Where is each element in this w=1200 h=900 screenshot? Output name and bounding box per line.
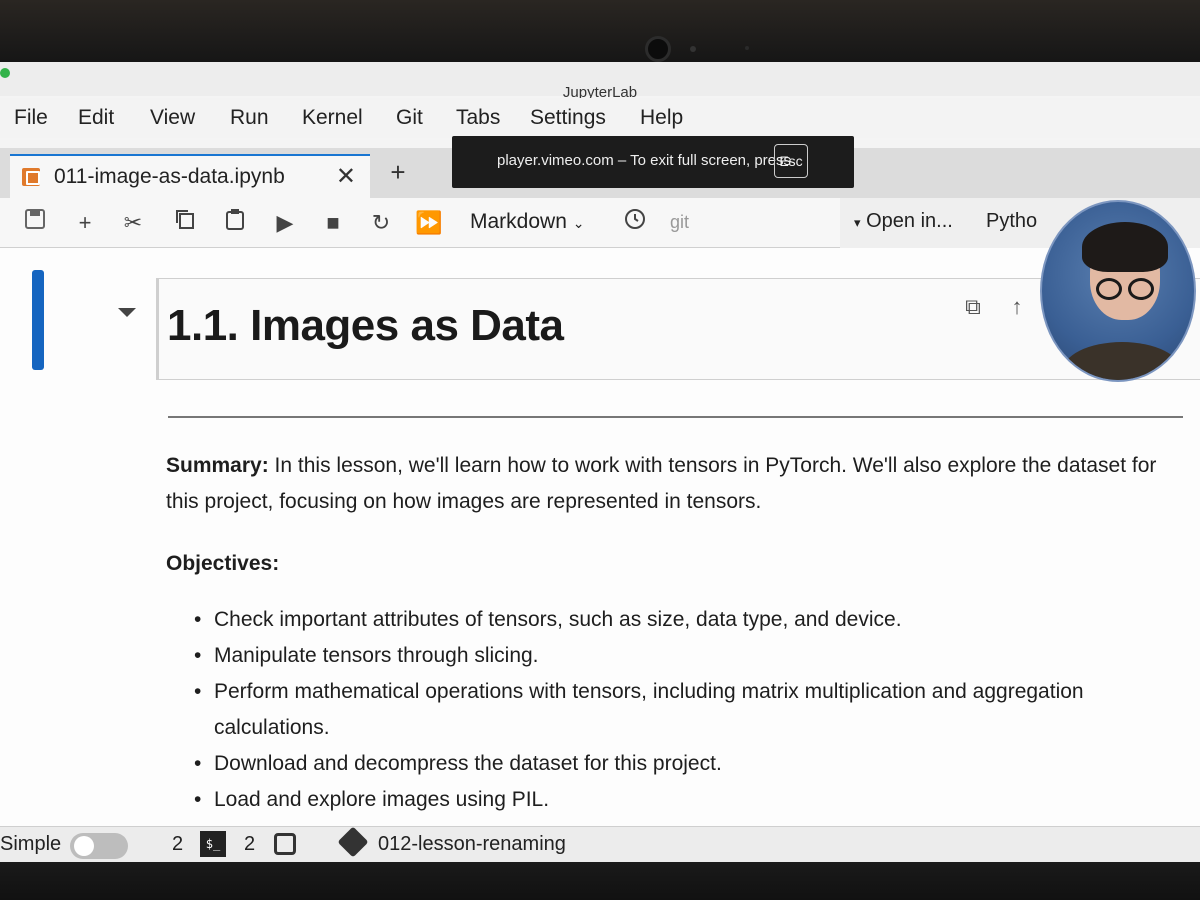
- list-item: Manipulate tensors through slicing.: [190, 638, 1190, 674]
- objectives-list: Check important attributes of tensors, s…: [190, 602, 1190, 818]
- fullscreen-notice: player.vimeo.com – To exit full screen, …: [452, 136, 854, 188]
- terminal-count[interactable]: 2: [244, 833, 255, 856]
- terminal-icon[interactable]: $_: [200, 831, 226, 857]
- summary-label: Summary:: [166, 454, 269, 477]
- menu-file[interactable]: File: [14, 106, 48, 130]
- restart-icon[interactable]: ↻: [366, 208, 396, 238]
- window-control-icon[interactable]: [0, 68, 10, 78]
- open-in-label: Open in...: [866, 210, 953, 232]
- run-icon[interactable]: ▶: [270, 208, 300, 238]
- clock-icon[interactable]: [620, 208, 650, 238]
- fast-forward-icon[interactable]: ⏩: [414, 208, 444, 238]
- chevron-down-icon: ⌄: [572, 215, 585, 231]
- camera-sensor: [690, 46, 696, 52]
- laptop-bezel-bottom: [0, 862, 1200, 900]
- kernel-name[interactable]: Pytho: [986, 210, 1037, 233]
- menu-kernel[interactable]: Kernel: [302, 106, 363, 130]
- git-branch-name[interactable]: 012-lesson-renaming: [378, 833, 566, 856]
- presenter-shoulders: [1062, 342, 1182, 380]
- webcam-lens: [645, 36, 671, 62]
- git-diff-button[interactable]: git: [670, 212, 689, 233]
- presenter-hair: [1082, 222, 1168, 272]
- menu-view[interactable]: View: [150, 106, 195, 130]
- notebook-icon: [22, 168, 40, 186]
- title-bar: JupyterLab: [0, 62, 1200, 101]
- menu-tabs[interactable]: Tabs: [456, 106, 500, 130]
- move-up-icon[interactable]: ↑: [1002, 292, 1032, 322]
- cpu-icon[interactable]: [274, 833, 296, 855]
- git-branch-icon: [337, 826, 369, 858]
- list-item: Download and decompress the dataset for …: [190, 746, 1190, 782]
- paste-icon[interactable]: [220, 208, 250, 238]
- collapse-caret-icon[interactable]: [118, 308, 136, 317]
- presenter-glasses: [1096, 278, 1156, 300]
- kernel-count[interactable]: 2: [172, 833, 183, 856]
- horizontal-rule: [168, 416, 1183, 418]
- status-bar: Simple 2 $_ 2 012-lesson-renaming: [0, 826, 1200, 862]
- duplicate-cell-icon[interactable]: ⧉: [958, 292, 988, 322]
- copy-icon[interactable]: [170, 208, 200, 238]
- camera-sensor-2: [745, 46, 749, 50]
- menu-settings[interactable]: Settings: [530, 106, 606, 130]
- cell-heading: 1.1. Images as Data: [167, 301, 564, 350]
- tab-label: 011-image-as-data.ipynb: [54, 165, 285, 188]
- cell-type-label: Markdown: [470, 210, 567, 233]
- cut-icon[interactable]: ✂: [118, 208, 148, 238]
- insert-cell-icon[interactable]: +: [70, 208, 100, 238]
- notice-text: player.vimeo.com – To exit full screen, …: [497, 152, 792, 169]
- list-item: Perform mathematical operations with ten…: [190, 674, 1190, 746]
- active-cell-indicator: [32, 270, 44, 370]
- notebook-panel[interactable]: 1.1. Images as Data ⧉ ↑ ↓ 🗑 Summary: In …: [0, 248, 1200, 826]
- caret-down-icon: ▾: [854, 215, 861, 230]
- new-tab-button[interactable]: +: [378, 152, 418, 192]
- cell-type-select[interactable]: Markdown ⌄: [470, 210, 584, 234]
- simple-mode-label: Simple: [0, 833, 62, 855]
- objectives-heading: Objectives:: [166, 546, 279, 582]
- esc-key-badge: Esc: [774, 144, 808, 178]
- notebook-toolbar: + ✂ ▶ ■ ↻ ⏩ Markdown ⌄ git ▾ Open in... …: [0, 198, 1200, 248]
- menu-help[interactable]: Help: [640, 106, 683, 130]
- menu-edit[interactable]: Edit: [78, 106, 114, 130]
- tab-notebook[interactable]: 011-image-as-data.ipynb ✕: [10, 154, 370, 198]
- menu-run[interactable]: Run: [230, 106, 269, 130]
- summary-paragraph: Summary: In this lesson, we'll learn how…: [166, 448, 1166, 520]
- save-icon[interactable]: [20, 208, 50, 238]
- menu-bar: File Edit View Run Kernel Git Tabs Setti…: [0, 98, 1200, 138]
- menu-git[interactable]: Git: [396, 106, 423, 130]
- webcam-video-overlay[interactable]: [1040, 200, 1196, 382]
- laptop-bezel-top: [0, 0, 1200, 62]
- simple-mode-toggle[interactable]: [70, 833, 128, 859]
- objectives-label: Objectives:: [166, 552, 280, 575]
- open-in-dropdown[interactable]: ▾ Open in...: [854, 210, 953, 233]
- screen: JupyterLab File Edit View Run Kernel Git…: [0, 62, 1200, 862]
- list-item: Check important attributes of tensors, s…: [190, 602, 1190, 638]
- close-icon[interactable]: ✕: [336, 162, 356, 191]
- summary-text: In this lesson, we'll learn how to work …: [166, 454, 1157, 513]
- list-item: Load and explore images using PIL.: [190, 782, 1190, 818]
- stop-icon[interactable]: ■: [318, 208, 348, 238]
